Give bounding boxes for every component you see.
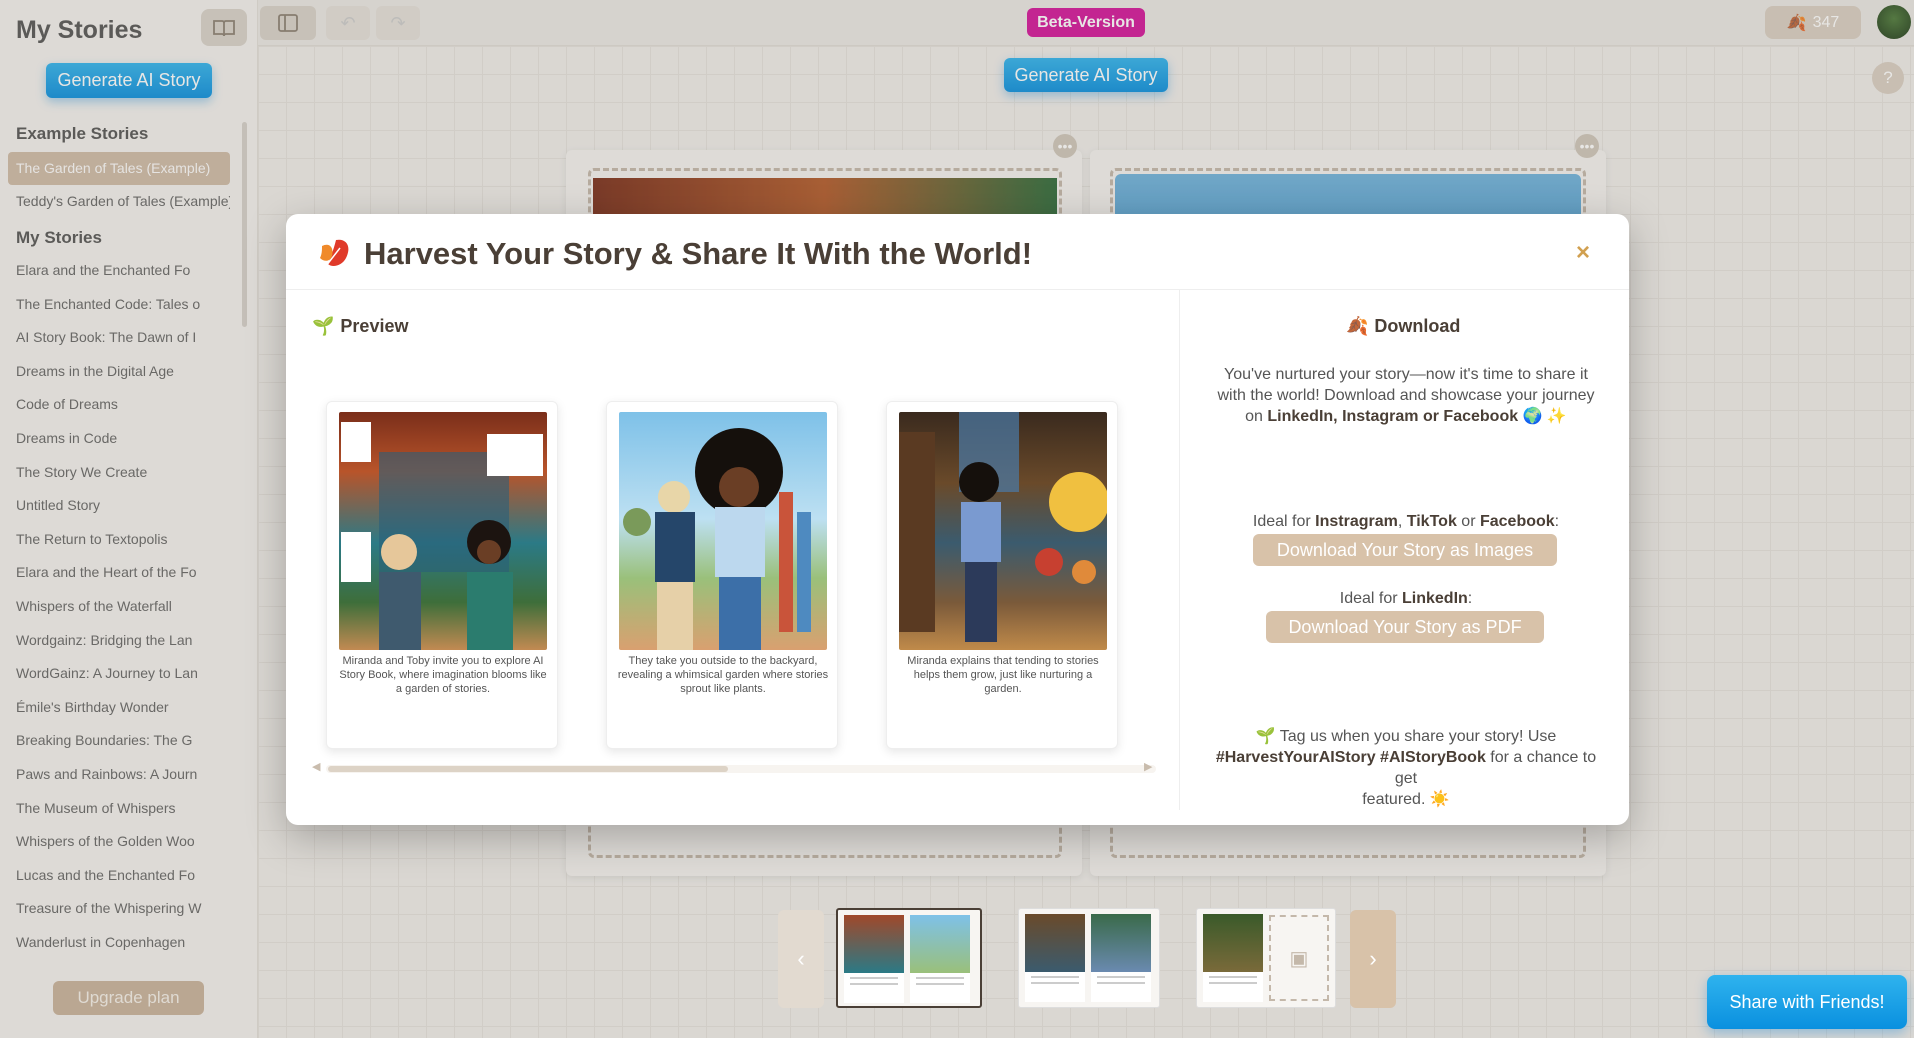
chevron-left-icon: ‹ (797, 946, 805, 971)
thumbnail-spread-selected[interactable] (836, 908, 982, 1008)
preview-card[interactable]: Miranda and Toby invite you to explore A… (326, 401, 558, 749)
tag-line-2: #HarvestYourAIStory #AIStoryBook for a c… (1206, 747, 1606, 789)
preview-heading: 🌱 Preview (312, 316, 408, 337)
intro-line-3: on LinkedIn, Instagram or Facebook 🌍 ✨ (1206, 406, 1606, 427)
ideal-social-text: Ideal for Instragram, TikTok or Facebook… (1206, 511, 1606, 532)
sprout-icon: 🌱 (312, 316, 335, 336)
page-thumbnail (1025, 914, 1085, 1002)
download-heading: 🍂 Download (1346, 316, 1460, 337)
preview-image (339, 412, 547, 650)
page-thumbnail (910, 915, 970, 1003)
preview-caption: They take you outside to the backyard, r… (617, 655, 829, 695)
add-page-icon: ▣ (1289, 947, 1309, 970)
library-illustration (899, 412, 1107, 642)
garden-illustration (623, 428, 811, 650)
intro-line-3-pre: on (1245, 408, 1268, 425)
modal-header: Harvest Your Story & Share It With the W… (286, 214, 1629, 290)
download-label: Download (1374, 316, 1461, 336)
page-thumbnail (1203, 914, 1263, 1002)
intro-platforms: LinkedIn, Instagram or Facebook (1267, 408, 1519, 425)
preview-image (899, 412, 1107, 650)
close-button[interactable]: × (1576, 239, 1590, 267)
chevron-right-icon: › (1369, 946, 1377, 971)
download-pdf-button[interactable]: Download Your Story as PDF (1266, 611, 1544, 643)
preview-label: Preview (340, 316, 409, 336)
ideal-linkedin-post: : (1467, 590, 1473, 607)
thumbnail-spread[interactable]: ▣ (1196, 908, 1336, 1008)
preview-caption: Miranda explains that tending to stories… (907, 655, 1099, 695)
page-thumbnail (1091, 914, 1151, 1002)
intro-line-3-post: 🌍 ✨ (1518, 408, 1567, 425)
download-images-button[interactable]: Download Your Story as Images (1253, 534, 1557, 566)
tag-us-text: 🌱 Tag us when you share your story! Use … (1206, 726, 1606, 810)
download-intro: You've nurtured your story—now it's time… (1206, 364, 1606, 427)
sprout-icon: 🌱 (1255, 728, 1280, 745)
ideal-social-sep2: or (1456, 513, 1480, 530)
thumbnail-spread[interactable] (1018, 908, 1160, 1008)
intro-line-2: with the world! Download and showcase yo… (1217, 387, 1595, 404)
ideal-linkedin-name: LinkedIn (1402, 590, 1468, 607)
ideal-social-instagram: Instragram (1315, 513, 1398, 530)
preview-caption: Miranda and Toby invite you to explore A… (339, 655, 547, 695)
intro-line-1: You've nurtured your story—now it's time… (1224, 366, 1588, 383)
preview-card[interactable]: They take you outside to the backyard, r… (606, 401, 838, 749)
scroll-left-icon[interactable]: ◀ (312, 760, 320, 773)
add-page-slot[interactable]: ▣ (1269, 915, 1329, 1001)
storefront-illustration (341, 422, 543, 650)
tag-line-3: featured. ☀️ (1362, 791, 1450, 808)
leaf-logo-icon (320, 239, 349, 267)
preview-card[interactable]: Miranda explains that tending to stories… (886, 401, 1118, 749)
modal-divider (1179, 290, 1180, 810)
tag-hashtags: #HarvestYourAIStory #AIStoryBook (1215, 749, 1486, 766)
ideal-social-post: : (1554, 513, 1560, 530)
ideal-social-tiktok: TikTok (1406, 513, 1457, 530)
tag-line-1: 🌱 Tag us when you share your story! Use (1206, 726, 1606, 747)
thumbnail-prev-button[interactable]: ‹ (778, 910, 824, 1008)
ideal-social-facebook: Facebook (1479, 513, 1555, 530)
share-with-friends-button[interactable]: Share with Friends! (1707, 975, 1907, 1029)
leaf-icon: 🍂 (1346, 316, 1369, 336)
modal-title: Harvest Your Story & Share It With the W… (364, 236, 1033, 271)
tag-line-1-text: Tag us when you share your story! Use (1279, 728, 1557, 745)
harvest-story-modal: Harvest Your Story & Share It With the W… (286, 214, 1629, 825)
ideal-linkedin-text: Ideal for LinkedIn: (1206, 588, 1606, 609)
ideal-linkedin-pre: Ideal for (1339, 590, 1403, 607)
ideal-social-pre: Ideal for (1252, 513, 1316, 530)
scroll-right-icon[interactable]: ▶ (1144, 760, 1152, 773)
thumbnail-next-button[interactable]: › (1350, 910, 1396, 1008)
preview-scroll-thumb[interactable] (328, 766, 728, 772)
page-thumbnail (844, 915, 904, 1003)
ideal-social-sep1: , (1397, 513, 1407, 530)
preview-image (619, 412, 827, 650)
